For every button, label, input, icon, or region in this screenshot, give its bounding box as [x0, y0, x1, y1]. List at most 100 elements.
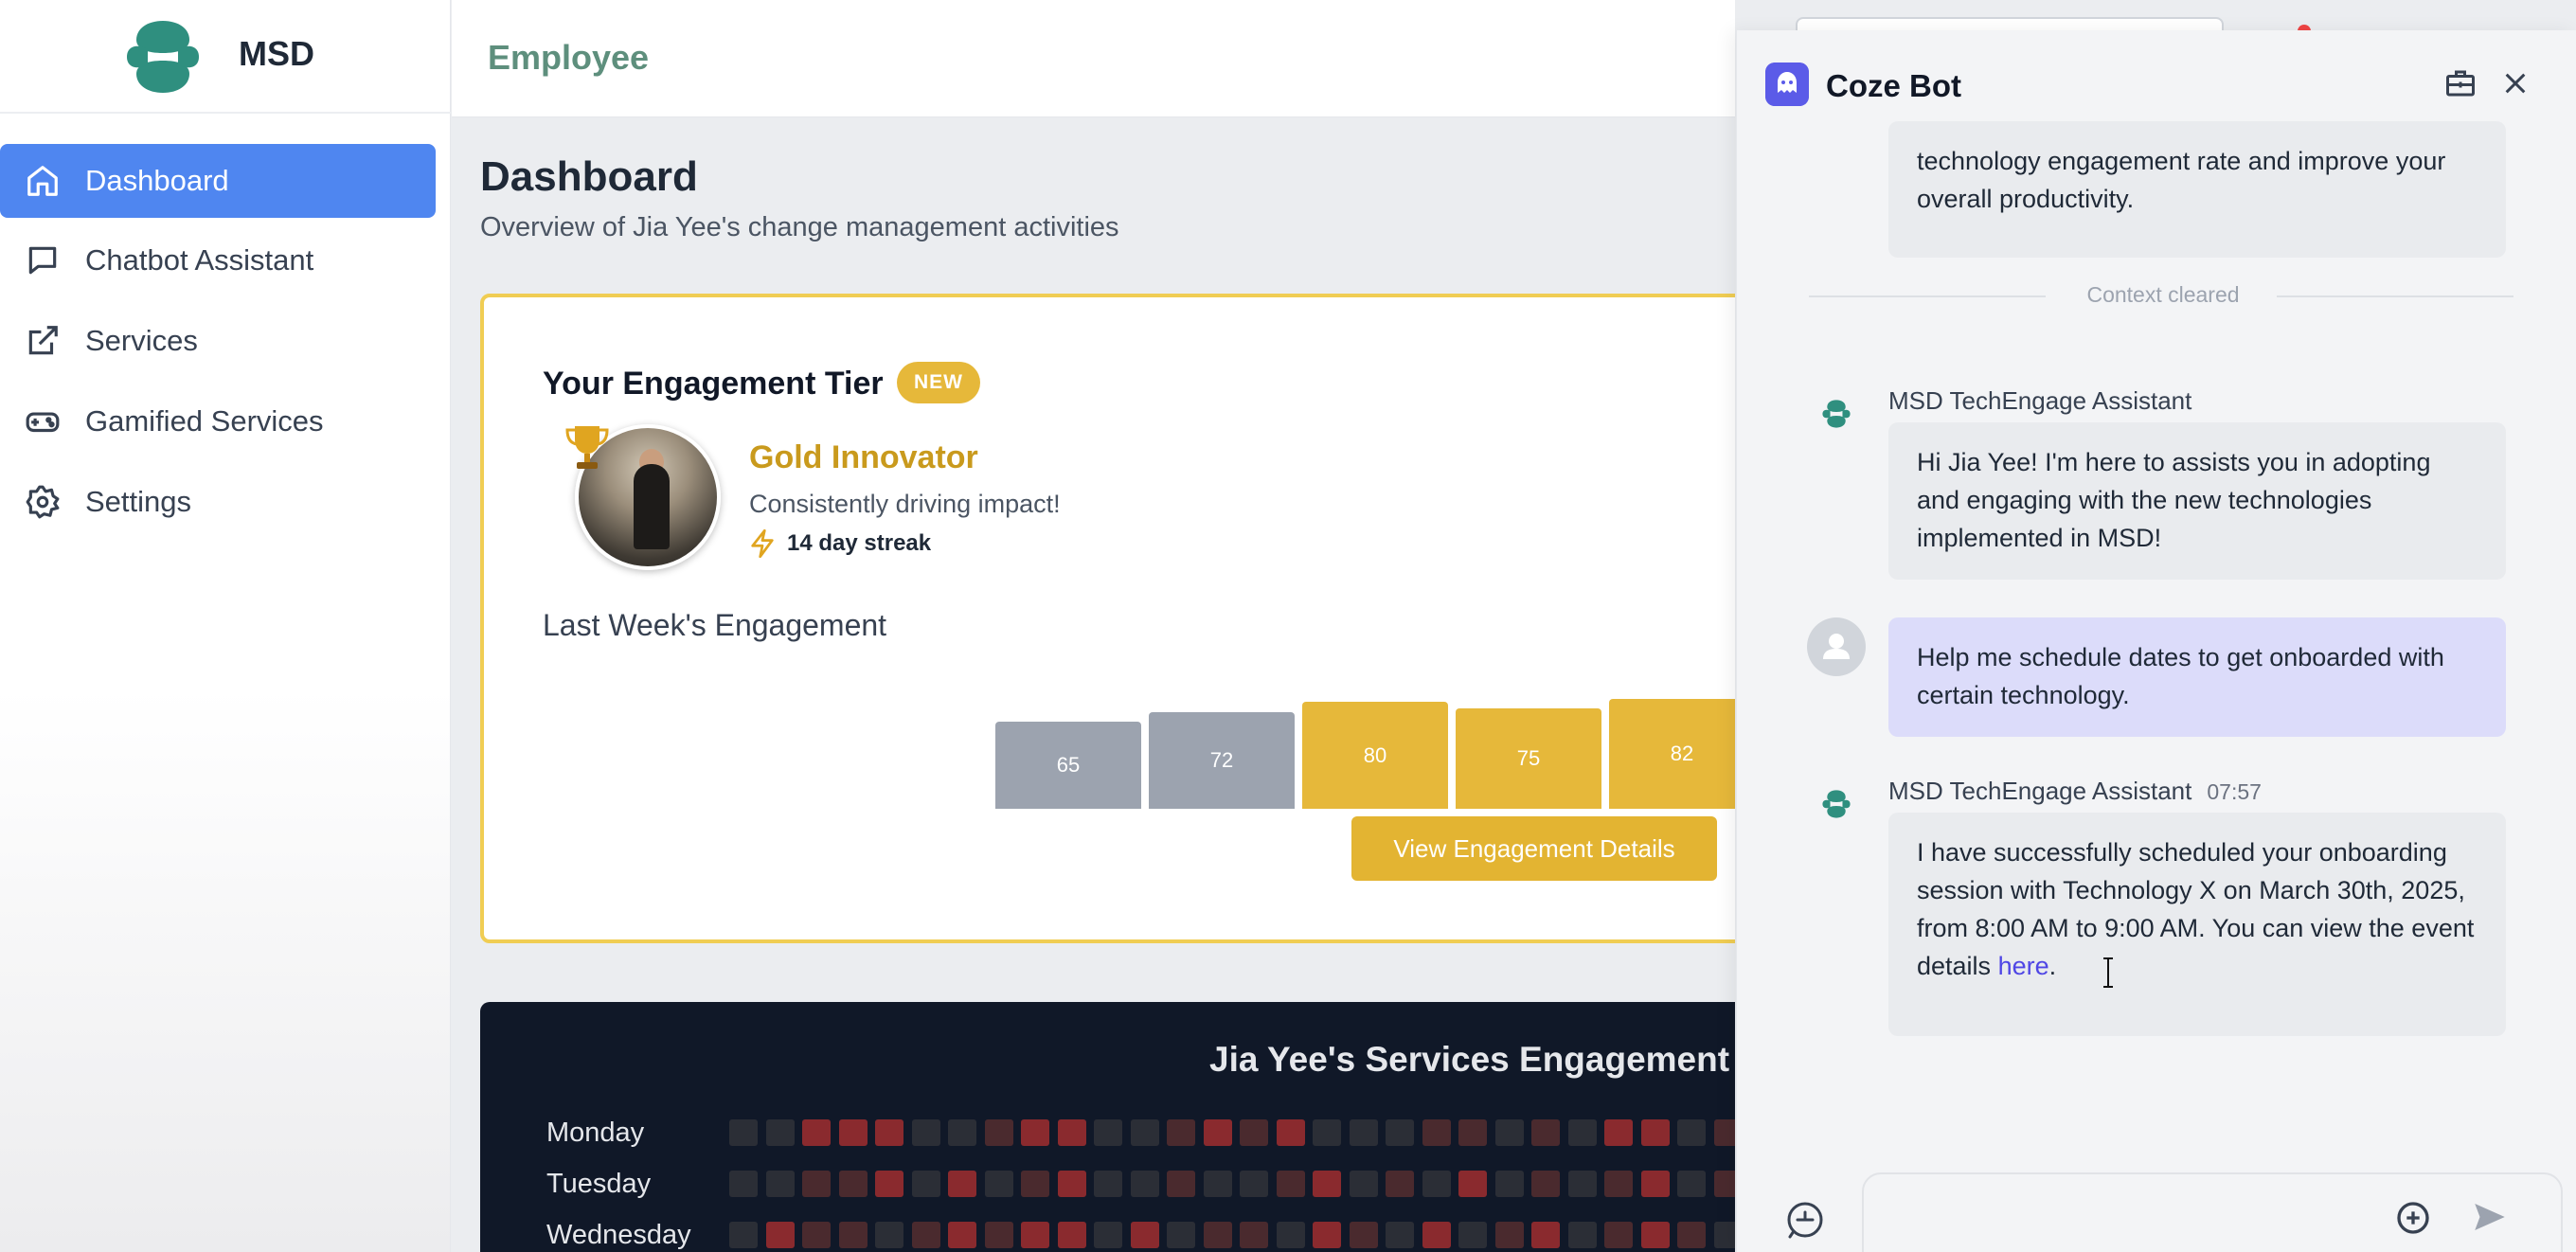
heatmap-cell: [984, 1222, 1013, 1248]
heatmap-cell: [948, 1119, 976, 1146]
heatmap-cell: [1713, 1119, 1735, 1146]
sidebar-item-settings[interactable]: Settings: [0, 465, 436, 539]
heatmap-cell: [729, 1119, 758, 1146]
heatmap-cell: [1021, 1171, 1049, 1197]
brand-name: MSD: [239, 34, 314, 73]
engagement-bar: 75: [1456, 708, 1601, 809]
heatmap-cell: [1531, 1171, 1560, 1197]
sidebar-item-chatbot-assistant[interactable]: Chatbot Assistant: [0, 224, 436, 297]
heatmap-cell: [1167, 1222, 1195, 1248]
heatmap-cell: [1640, 1171, 1670, 1197]
view-engagement-details-button[interactable]: View Engagement Details: [1351, 816, 1717, 881]
new-badge: NEW: [897, 362, 980, 403]
heatmap-cell: [1567, 1171, 1597, 1197]
add-attachment-icon[interactable]: [2394, 1199, 2432, 1237]
heatmap-cell: [1240, 1119, 1268, 1146]
heatmap-cell: [802, 1222, 831, 1248]
heatmap-cell: [1567, 1222, 1597, 1248]
top-bar: Employee: [452, 0, 1735, 117]
heatmap-cell: [1386, 1222, 1414, 1248]
heatmap-cell: [875, 1119, 903, 1146]
chat-message-assistant: Hi Jia Yee! I'm here to assists you in a…: [1888, 422, 2506, 580]
heatmap-cell: [802, 1171, 831, 1197]
header-title: Employee: [488, 38, 650, 77]
heatmap-cell: [838, 1119, 868, 1146]
briefcase-icon[interactable]: [2443, 66, 2478, 100]
sidebar-item-label: Dashboard: [85, 164, 229, 197]
week-engagement-bars: 65 72 80 75 82: [995, 676, 1735, 809]
close-icon[interactable]: [2500, 68, 2531, 98]
heatmap-cell: [1458, 1119, 1487, 1146]
heatmap-cell: [1604, 1119, 1633, 1146]
chat-message-previous: technology engagement rate and improve y…: [1888, 121, 2506, 258]
tier-description: Consistently driving impact!: [749, 490, 1061, 518]
heatmap-cell: [1422, 1119, 1451, 1146]
heatmap-cell: [802, 1119, 831, 1146]
heatmap-cell: [729, 1222, 758, 1248]
tier-name: Gold Innovator: [749, 439, 978, 475]
heatmap-cell: [1203, 1119, 1232, 1146]
heatmap-cell: [1167, 1171, 1195, 1197]
divider: [1809, 295, 2046, 297]
new-chat-icon[interactable]: [1782, 1197, 1828, 1243]
heatmap-cell: [1531, 1222, 1560, 1248]
heatmap-cell: [948, 1171, 976, 1197]
sidebar-item-services[interactable]: Services: [0, 304, 436, 378]
heatmap-cell: [1167, 1119, 1195, 1146]
heatmap-cell: [1386, 1171, 1414, 1197]
heatmap-cell: [1313, 1119, 1341, 1146]
heatmap-cell: [1349, 1222, 1378, 1248]
heatmap-cell: [1057, 1222, 1086, 1248]
heatmap-cell: [1531, 1119, 1560, 1146]
heatmap-cell: [729, 1171, 758, 1197]
heatmap-cell: [1313, 1222, 1341, 1248]
heatmap-cell: [1094, 1171, 1122, 1197]
heatmap-cell: [1057, 1119, 1086, 1146]
heatmap-cell: [1494, 1222, 1524, 1248]
heatmap-cell: [765, 1222, 795, 1248]
heatmap-cell: [1604, 1171, 1633, 1197]
heatmap-cell: [875, 1171, 903, 1197]
sidebar-item-gamified-services[interactable]: Gamified Services: [0, 385, 436, 458]
heatmap-cell: [1386, 1119, 1414, 1146]
week-engagement-heading: Last Week's Engagement: [543, 608, 887, 642]
heatmap-cell: [1567, 1119, 1597, 1146]
heatmap-day-label: Monday: [546, 1118, 645, 1148]
heatmap-cell: [765, 1171, 795, 1197]
heatmap-cell: [765, 1119, 795, 1146]
sidebar-item-dashboard[interactable]: Dashboard: [0, 144, 436, 218]
message-square-icon: [28, 246, 57, 275]
sidebar: MSD Dashboard Chatbot Assistant Services…: [0, 0, 451, 1252]
heatmap-cell: [984, 1119, 1013, 1146]
heatmap-cell: [1021, 1119, 1049, 1146]
heatmap-cell: [1640, 1222, 1670, 1248]
heatmap-cell: [1057, 1171, 1086, 1197]
sidebar-item-label: Services: [85, 324, 198, 357]
sidebar-item-label: Chatbot Assistant: [85, 243, 314, 277]
heatmap-cell: [911, 1222, 940, 1248]
heatmap-cell: [1349, 1171, 1378, 1197]
engagement-bar: 72: [1149, 712, 1295, 809]
heatmap-cell: [1276, 1222, 1305, 1248]
text-cursor-icon: [2103, 957, 2113, 988]
heatmap-cell: [875, 1222, 903, 1248]
engagement-bar: 80: [1302, 702, 1448, 809]
heatmap-cell: [1494, 1119, 1524, 1146]
message-timestamp: 07:57: [2207, 779, 2262, 804]
heatmap-cell: [1677, 1119, 1706, 1146]
heatmap-cell: [1203, 1222, 1232, 1248]
home-icon: [27, 166, 58, 196]
heatmap-cell: [1494, 1171, 1524, 1197]
chat-message-input[interactable]: [1862, 1172, 2563, 1252]
chat-message-assistant: I have successfully scheduled your onboa…: [1888, 813, 2506, 1036]
sidebar-item-label: Settings: [85, 485, 192, 518]
heatmap-cell: [1276, 1119, 1305, 1146]
send-icon[interactable]: [2470, 1197, 2510, 1237]
heatmap-cell: [1677, 1171, 1706, 1197]
event-details-link[interactable]: here: [1998, 952, 2049, 980]
msd-logo-icon: [127, 21, 199, 93]
gamepad-icon: [26, 412, 60, 433]
heatmap-title: Jia Yee's Services Engagement: [1209, 1040, 1730, 1079]
heatmap-cell: [911, 1171, 940, 1197]
sender-name: MSD TechEngage Assistant: [1888, 777, 2192, 805]
